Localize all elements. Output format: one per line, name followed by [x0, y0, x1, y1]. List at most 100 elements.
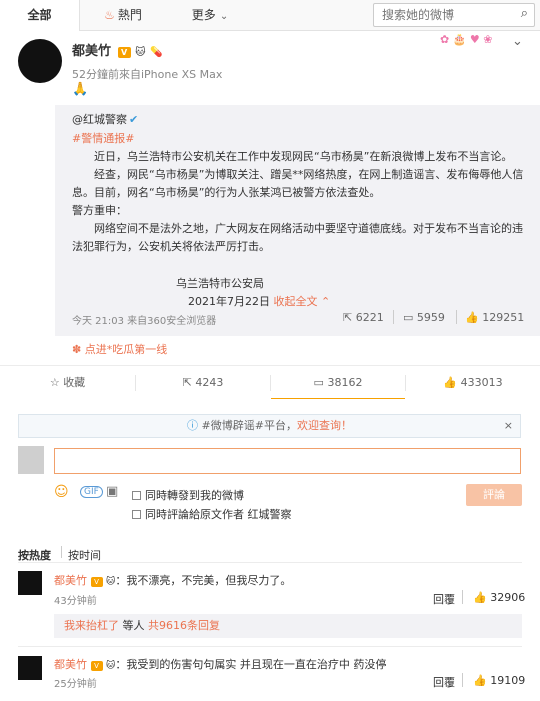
repost-p1: 近日，乌兰浩特市公安机关在工作中发现网民“乌市杨昊”在新浪微博上发布不当言论。 [94, 150, 513, 163]
repost-like-count-text: 129251 [482, 311, 525, 324]
gif-icon[interactable]: GIF [80, 486, 103, 498]
vip-badge-icon: V [90, 661, 103, 671]
repost-button[interactable]: ⇱ 4243 [136, 366, 270, 400]
repost-count: 4243 [195, 376, 224, 389]
star-icon: ☆ [49, 376, 60, 389]
emoji-icon[interactable]: ☺ [54, 484, 69, 500]
notice-link[interactable]: 欢迎查询！ [297, 419, 352, 432]
divider [18, 646, 522, 647]
verified-blue-icon: ✔ [129, 113, 139, 126]
comment-origin-option[interactable]: 同時評論給原文作者 红城警察 [132, 506, 292, 522]
repost-source-name: @红城警察 [72, 113, 127, 126]
checkbox[interactable] [132, 491, 141, 500]
pill-badge-icon: 💊 [150, 47, 163, 58]
repost-repost-count[interactable]: ⇱ 6221 [343, 311, 384, 324]
user-avatar [18, 446, 44, 474]
comment-icon: ▭ [313, 376, 324, 389]
comment-avatar[interactable] [18, 571, 42, 595]
repost-source[interactable]: @红城警察 ✔ [72, 111, 138, 127]
hashtag-link[interactable]: #警情通报# [72, 130, 134, 146]
comment-origin-option-label: 同時評論給原文作者 红城警察 [145, 508, 292, 521]
submit-comment-button[interactable]: 評論 [466, 484, 522, 506]
repost-org: 乌兰浩特市公安局 [176, 277, 264, 290]
divider [393, 310, 394, 324]
comment-button[interactable]: ▭ 38162 [271, 366, 405, 400]
tab-more[interactable]: 更多 ⌄ [176, 0, 244, 31]
avatar[interactable] [18, 39, 62, 83]
repost-like-count[interactable]: 👍 129251 [465, 311, 524, 324]
card-decoration-icon: ✿ 🎂 ♥ ❀ [440, 33, 493, 46]
post-author[interactable]: 都美竹 V 🐱 💊 [72, 40, 163, 59]
post-text: 🙏 [72, 82, 89, 97]
post-author-name: 都美竹 [72, 44, 112, 59]
repost-date-text: 2021年7月22日 [188, 295, 270, 308]
comment-time: 25分钟前 [54, 679, 97, 690]
favorite-button[interactable]: ☆ 收藏 [0, 366, 135, 400]
tab-all[interactable]: 全部 [0, 0, 80, 31]
comment-user[interactable]: 都美竹 [54, 574, 87, 587]
search-icon[interactable]: ⌕ [521, 6, 528, 21]
flower-icon: ✽ [72, 343, 82, 356]
post-action-bar: ☆ 收藏 ⇱ 4243 ▭ 38162 👍 433013 [0, 365, 540, 400]
divider [61, 546, 62, 558]
comment-user[interactable]: 都美竹 [54, 658, 87, 671]
promo-text: 点进*吃瓜第一线 [84, 343, 168, 356]
thumbs-up-icon: 👍 [473, 674, 487, 687]
repost-repost-count-text: 6221 [355, 311, 384, 324]
tab-hot-label: 熱門 [117, 8, 142, 22]
like-count: 433013 [460, 376, 503, 389]
comment-textarea[interactable] [54, 448, 521, 474]
like-button[interactable]: 👍 433013 [406, 366, 540, 400]
divider [462, 590, 463, 604]
repost-option-label: 同時轉發到我的微博 [145, 489, 244, 502]
reply-count[interactable]: 共9616条回复 [148, 619, 220, 632]
comment-avatar[interactable] [18, 656, 42, 680]
repost-option[interactable]: 同時轉發到我的微博 [132, 487, 244, 503]
post-menu-chevron-icon[interactable]: ⌄ [512, 34, 523, 49]
thumbs-up-icon: 👍 [465, 311, 479, 324]
thumbs-up-icon: 👍 [473, 591, 487, 604]
collapse-link[interactable]: 收起全文 [274, 295, 318, 308]
sort-by-time[interactable]: 按时间 [68, 547, 101, 563]
comment-text: ：我受到的伤害句句属实 并且现在一直在治疗中 药没停 [115, 658, 387, 671]
comment-count: 38162 [327, 376, 363, 389]
reply-button[interactable]: 回覆 [433, 591, 455, 607]
emoji-badge-icon: 🐱 [135, 47, 146, 58]
reply-mid: 等人 [119, 619, 148, 632]
search-box: ⌕ [373, 3, 535, 27]
share-icon: ⇱ [182, 376, 192, 389]
post-meta: 52分鐘前來自iPhone XS Max [72, 68, 223, 81]
close-icon[interactable]: × [504, 415, 513, 437]
tab-hot[interactable]: ♨ 熱門 [92, 0, 154, 31]
vip-badge-icon: V [117, 47, 131, 58]
comment-like-count: 32906 [490, 591, 526, 604]
chevron-up-icon[interactable]: ⌃ [318, 295, 330, 308]
comment-like-button[interactable]: 👍 32906 [473, 591, 525, 604]
repost-date: 2021年7月22日 收起全文 ⌃ [188, 293, 330, 309]
repost-p2: 经查，网民“乌市杨昊”为博取关注、蹭吴**网络热度，在网上制造谣言、发布侮辱他人… [72, 168, 524, 199]
comment-icon: ▭ [403, 311, 414, 324]
repost-p3: 警方重申： [72, 204, 127, 217]
comment-like-button[interactable]: 👍 19109 [473, 674, 525, 687]
fire-icon: ♨ [104, 8, 115, 22]
comment-text: ：我不漂亮，不完美，但我尽力了。 [115, 574, 292, 587]
vip-badge-icon: V [90, 577, 103, 587]
favorite-label: 收藏 [63, 376, 86, 389]
emoji-badge-icon: 🐱 [106, 577, 116, 587]
reply-summary[interactable]: 我来抬杠了 等人 共9616条回复 [54, 614, 522, 638]
repost-comment-count[interactable]: ▭ 5959 [403, 311, 445, 324]
image-icon[interactable]: ▣ [106, 484, 118, 499]
notice-text: #微博辟谣#平台， [201, 419, 297, 432]
thumbs-up-icon: 👍 [443, 376, 458, 389]
sort-by-hot[interactable]: 按热度 [18, 547, 51, 563]
comment-item: 都美竹 V 🐱：我不漂亮，不完美，但我尽力了。 [54, 572, 291, 588]
search-input[interactable] [374, 4, 504, 26]
tab-all-label: 全部 [27, 8, 52, 22]
comment-like-count: 19109 [490, 674, 526, 687]
divider [456, 310, 457, 324]
reply-button[interactable]: 回覆 [433, 674, 455, 690]
rumor-notice: ⓘ #微博辟谣#平台，欢迎查询！ × [18, 414, 521, 438]
checkbox[interactable] [132, 510, 141, 519]
reply-user[interactable]: 我来抬杠了 [64, 619, 119, 632]
promo-link[interactable]: ✽ 点进*吃瓜第一线 [72, 341, 167, 357]
